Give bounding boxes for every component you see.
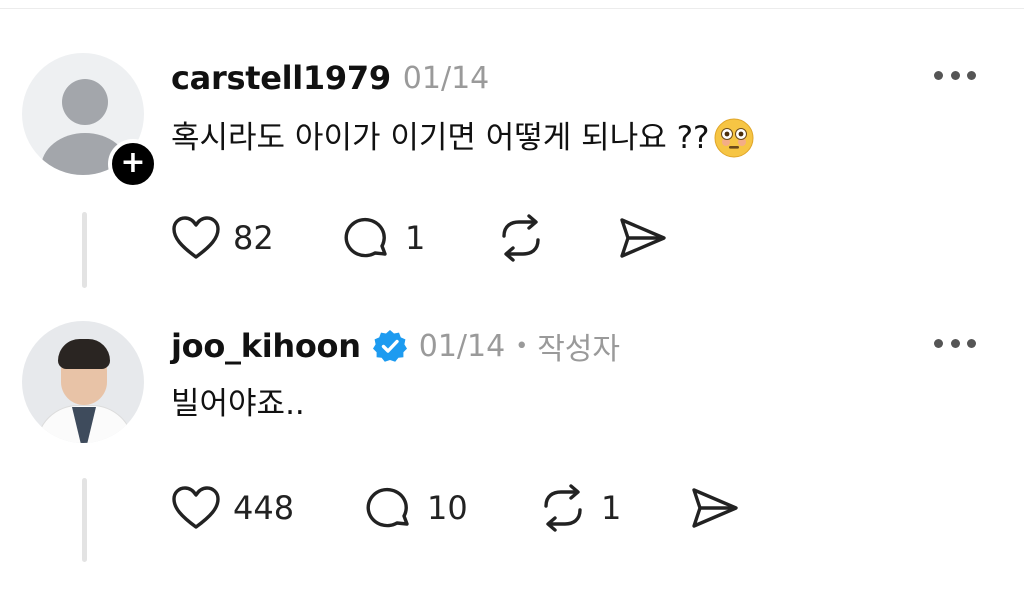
comment-item: joo_kihoon 01/14 • 작성자 빌어야죠.. 448 10 1 [0,318,1024,578]
reply-count: 1 [405,219,426,257]
flushed-face-emoji-icon [714,118,753,158]
repost-count: 1 [601,489,622,527]
like-count: 82 [233,219,274,257]
thread-line [82,212,87,288]
share-button[interactable] [689,484,741,532]
timestamp: 01/14 [418,328,506,364]
send-icon [620,218,666,258]
follow-button[interactable]: + [108,139,158,189]
comment-header: carstell1979 01/14 [171,56,489,100]
username[interactable]: joo_kihoon [171,327,361,365]
comment-text-row: 혹시라도 아이가 이기면 어떻게 되나요 ?? [171,116,756,160]
repost-icon [502,214,540,262]
more-dot [950,70,960,80]
author-tag: 작성자 [537,332,620,367]
action-bar: 82 1 [171,214,669,262]
more-dot [934,70,943,80]
like-count: 448 [233,489,295,527]
comment-icon [366,487,409,528]
avatar[interactable] [22,321,144,443]
comment-text-row: 빌어야죠.. [171,384,305,424]
repost-icon [544,484,582,532]
top-divider [0,8,1024,9]
more-dot [967,338,976,348]
share-button[interactable] [617,214,669,262]
comment-text: 혹시라도 아이가 이기면 어떻게 되나요 ?? [171,120,710,156]
like-button[interactable]: 82 [171,215,343,261]
reply-count: 10 [427,489,468,527]
username[interactable]: carstell1979 [171,59,391,97]
repost-button[interactable]: 1 [537,484,689,532]
more-dot [950,338,960,348]
comment-header: joo_kihoon 01/14 • 작성자 [171,324,620,368]
more-options-button[interactable] [934,338,976,348]
separator-dot: • [515,333,529,359]
repost-button[interactable] [495,214,617,262]
action-bar: 448 10 1 [171,484,741,532]
more-dot [934,338,943,348]
reply-button[interactable]: 10 [365,484,537,532]
avatar-container[interactable]: + [22,53,158,189]
like-button[interactable]: 448 [171,485,365,531]
avatar-hair-shape [58,339,110,369]
heart-icon [172,486,220,529]
comment-text: 빌어야죠.. [171,386,305,422]
thread-line [82,478,87,562]
verified-icon [372,330,407,362]
timestamp: 01/14 [402,60,490,96]
comment-item: + carstell1979 01/14 혹시라도 아이가 이기면 어떻게 되나… [0,50,1024,300]
heart-icon [172,216,220,259]
comment-icon [344,217,387,258]
more-dot [967,70,976,80]
reply-button[interactable]: 1 [343,214,495,262]
send-icon [692,488,738,528]
more-options-button[interactable] [934,70,976,80]
avatar-head-shape [62,79,108,125]
avatar-container[interactable] [22,321,147,446]
